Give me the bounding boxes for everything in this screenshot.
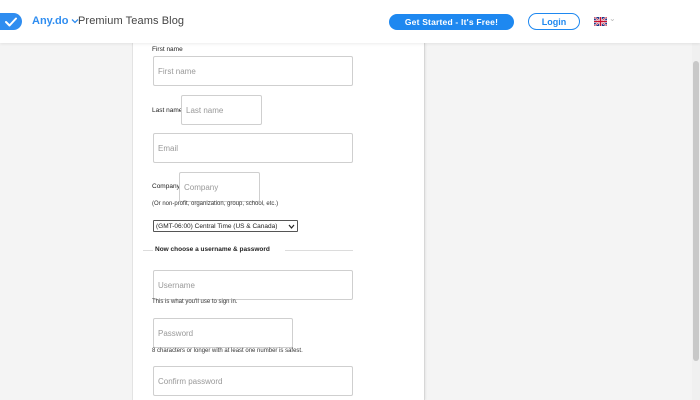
divider-right xyxy=(285,250,353,251)
language-caret-icon[interactable]: ⌄ xyxy=(609,14,616,23)
first-name-field[interactable]: First name xyxy=(153,56,353,86)
divider-left xyxy=(143,250,153,251)
section-heading: Now choose a username & password xyxy=(155,246,270,253)
get-started-button[interactable]: Get Started - It's Free! xyxy=(389,14,514,30)
timezone-value: (GMT-06:00) Central Time (US & Canada) xyxy=(156,222,278,230)
last-name-label: Last name xyxy=(152,107,183,114)
company-field[interactable]: Company xyxy=(179,172,260,202)
page-scrollbar[interactable] xyxy=(692,43,700,400)
uk-flag-icon[interactable] xyxy=(594,17,607,26)
brand-name: Any.do xyxy=(32,15,69,27)
company-label: Company xyxy=(152,183,180,190)
username-hint: This is what you'll use to sign in. xyxy=(152,299,238,305)
last-name-field[interactable]: Last name xyxy=(181,95,262,125)
password-hint: 8 characters or longer with at least one… xyxy=(152,348,303,354)
company-hint: (Or non-profit, organization, group, sch… xyxy=(152,201,279,207)
brand-menu[interactable]: Any.do xyxy=(32,15,79,27)
anydo-logo[interactable] xyxy=(0,13,22,30)
password-field[interactable]: Password xyxy=(153,318,293,348)
scrollbar-thumb[interactable] xyxy=(693,61,699,361)
signup-form: First name First name Last name Last nam… xyxy=(132,43,425,400)
blog-title: Premium Teams Blog xyxy=(78,15,185,27)
site-header: Any.do Premium Teams Blog Get Started - … xyxy=(0,0,700,43)
checkmark-icon xyxy=(5,17,17,26)
timezone-select[interactable]: (GMT-06:00) Central Time (US & Canada) xyxy=(153,220,298,232)
chevron-down-icon xyxy=(288,224,295,229)
confirm-password-field[interactable]: Confirm password xyxy=(153,366,353,396)
username-field[interactable]: Username xyxy=(153,270,353,300)
first-name-label: First name xyxy=(152,46,183,53)
login-button[interactable]: Login xyxy=(528,13,580,30)
email-field[interactable]: Email xyxy=(153,133,353,163)
